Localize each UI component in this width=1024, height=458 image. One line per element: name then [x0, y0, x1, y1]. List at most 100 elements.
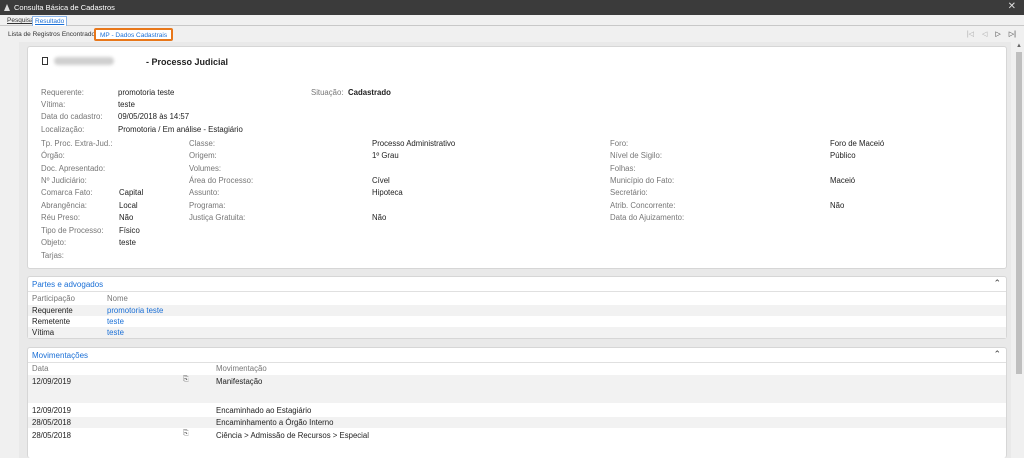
partes-nome-link[interactable]: teste — [107, 317, 124, 326]
breadcrumb-list[interactable]: Lista de Registros Encontrados — [8, 31, 98, 38]
label-doc-apresentado: Doc. Apresentado: — [41, 164, 106, 173]
process-title: - Processo Judicial — [146, 57, 229, 67]
mov-description: Encaminhamento a Órgão Interno — [216, 418, 334, 427]
mov-date: 28/05/2018 — [32, 418, 72, 427]
value-municipio-fato: Maceió — [830, 176, 856, 185]
label-secretario: Secretário: — [610, 188, 648, 197]
label-foro: Foro: — [610, 139, 629, 148]
value-objeto: teste — [119, 238, 136, 247]
process-number-redacted — [54, 57, 114, 65]
label-tarjas: Tarjas: — [41, 251, 64, 260]
value-justica-gratuita: Não — [372, 213, 387, 222]
value-reu-preso: Não — [119, 213, 134, 222]
label-vitima: Vítima: — [41, 100, 66, 109]
next-record-icon[interactable]: ▷ — [995, 30, 1000, 38]
divider — [28, 291, 1006, 292]
partes-nome-link[interactable]: teste — [107, 328, 124, 337]
label-folhas: Folhas: — [610, 164, 636, 173]
label-situacao: Situação: — [311, 88, 344, 97]
label-orgao: Órgão: — [41, 151, 65, 160]
label-municipio-fato: Município do Fato: — [610, 176, 675, 185]
label-data-ajuizamento: Data do Ajuizamento: — [610, 213, 685, 222]
label-abrangencia: Abrangência: — [41, 201, 87, 210]
label-objeto: Objeto: — [41, 238, 67, 247]
label-atrib-concorrente: Atrib. Concorrente: — [610, 201, 676, 210]
label-n-judiciario: Nº Judiciário: — [41, 176, 87, 185]
partes-header-participacao: Participação — [32, 294, 75, 303]
mov-header-movimentacao: Movimentação — [216, 364, 267, 373]
label-nivel-sigilo: Nível de Sigilo: — [610, 151, 663, 160]
value-tipo-processo: Físico — [119, 226, 140, 235]
value-classe: Processo Administrativo — [372, 139, 456, 148]
value-origem: 1º Grau — [372, 151, 399, 160]
movimentacoes-title[interactable]: Movimentações — [32, 351, 88, 360]
partes-nome-link[interactable]: promotoria teste — [107, 306, 163, 315]
value-vitima: teste — [118, 100, 135, 109]
collapse-chevron-icon[interactable]: ⌃ — [993, 349, 1001, 360]
window-titlebar: Consulta Básica de Cadastros ✕ — [0, 0, 1024, 15]
table-row: Remetente teste — [28, 316, 1006, 327]
partes-header-nome: Nome — [107, 294, 128, 303]
table-row[interactable]: 28/05/2018 ⎘ Ciência > Admissão de Recur… — [28, 430, 1006, 441]
table-row[interactable]: 12/09/2019 ⎘ Manifestação — [28, 375, 1006, 403]
label-classe: Classe: — [189, 139, 215, 148]
content-area: - Processo Judicial Requerente: promotor… — [19, 42, 1011, 458]
vertical-scrollbar[interactable]: ▲ — [1014, 42, 1024, 458]
close-icon[interactable]: ✕ — [1008, 1, 1016, 12]
partes-participacao: Remetente — [32, 317, 71, 326]
process-details-panel: - Processo Judicial Requerente: promotor… — [27, 46, 1007, 269]
scrollbar-thumb[interactable] — [1016, 52, 1022, 374]
label-assunto: Assunto: — [189, 188, 220, 197]
value-data-cadastro: 09/05/2018 às 14:57 — [118, 112, 190, 121]
value-assunto: Hipoteca — [372, 188, 403, 197]
scroll-up-icon[interactable]: ▲ — [1016, 43, 1022, 49]
window-title: Consulta Básica de Cadastros — [14, 3, 115, 12]
table-row[interactable]: 28/05/2018 Encaminhamento a Órgão Intern… — [28, 417, 1006, 428]
partes-participacao: Vítima — [32, 328, 55, 337]
record-navigation: |◁ ◁ ▷ ▷| — [967, 30, 1016, 38]
document-icon — [42, 57, 48, 65]
label-programa: Programa: — [189, 201, 226, 210]
last-record-icon[interactable]: ▷| — [1009, 30, 1016, 38]
value-requerente: promotoria teste — [118, 88, 175, 97]
partes-panel: Partes e advogados ⌃ Participação Nome R… — [27, 276, 1007, 339]
label-localizacao: Localização: — [41, 125, 85, 134]
collapse-chevron-icon[interactable]: ⌃ — [993, 278, 1001, 289]
partes-title[interactable]: Partes e advogados — [32, 280, 103, 289]
tab-resultado[interactable]: Resultado — [32, 16, 68, 26]
partes-participacao: Requerente — [32, 306, 73, 315]
value-localizacao: Promotoria / Em análise - Estagiário — [118, 125, 243, 134]
toolbar: Lista de Registros Encontrados MP - Dado… — [0, 27, 1024, 42]
prev-record-icon[interactable]: ◁ — [982, 30, 987, 38]
mov-date: 12/09/2019 — [32, 406, 72, 415]
label-justica-gratuita: Justiça Gratuita: — [189, 213, 246, 222]
app-logo-icon — [4, 4, 10, 11]
table-row: Requerente promotoria teste — [28, 305, 1006, 316]
value-abrangencia: Local — [119, 201, 138, 210]
label-comarca-fato: Comarca Fato: — [41, 188, 93, 197]
mov-header-data: Data — [32, 364, 49, 373]
attachment-icon[interactable]: ⎘ — [183, 376, 190, 383]
value-comarca-fato: Capital — [119, 188, 144, 197]
label-tp-proc: Tp. Proc. Extra-Jud.: — [41, 139, 113, 148]
divider — [28, 362, 1006, 363]
tab-bar: Pesquisa Resultado — [0, 15, 1024, 26]
label-area: Área do Processo: — [189, 176, 254, 185]
mov-date: 28/05/2018 — [32, 431, 72, 440]
label-origem: Origem: — [189, 151, 217, 160]
value-foro: Foro de Maceió — [830, 139, 885, 148]
value-situacao: Cadastrado — [348, 88, 391, 97]
breadcrumb-current[interactable]: MP - Dados Cadastrais — [94, 28, 174, 41]
label-tipo-processo: Tipo de Processo: — [41, 226, 104, 235]
table-row: Vítima teste — [28, 327, 1006, 338]
label-requerente: Requerente: — [41, 88, 84, 97]
mov-description: Encaminhado ao Estagiário — [216, 406, 312, 415]
label-data-cadastro: Data do cadastro: — [41, 112, 103, 121]
label-volumes: Volumes: — [189, 164, 222, 173]
value-nivel-sigilo: Público — [830, 151, 856, 160]
table-row[interactable]: 12/09/2019 Encaminhado ao Estagiário — [28, 405, 1006, 416]
first-record-icon[interactable]: |◁ — [967, 30, 974, 38]
movimentacoes-panel: Movimentações ⌃ Data Movimentação 12/09/… — [27, 347, 1007, 458]
attachment-icon[interactable]: ⎘ — [183, 430, 190, 437]
mov-date: 12/09/2019 — [32, 377, 72, 386]
